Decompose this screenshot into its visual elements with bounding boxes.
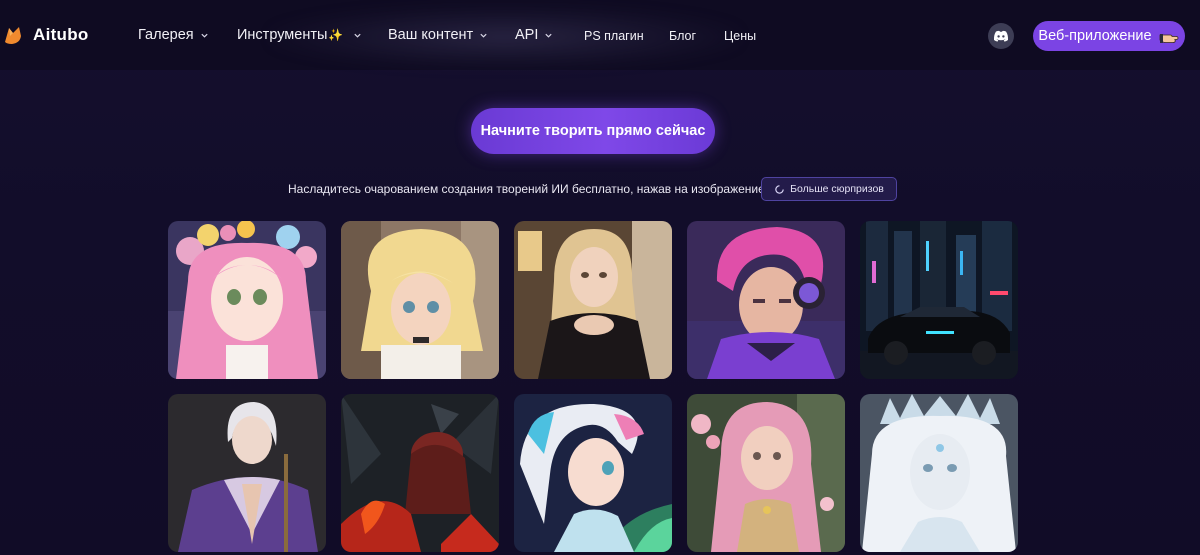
gallery-image-pink-hair-headphones-man[interactable] <box>687 221 845 379</box>
sparkle-icon: ✨ <box>328 28 344 42</box>
web-app-button-label: Веб-приложение <box>1038 28 1152 44</box>
gallery-image-ice-queen[interactable] <box>860 394 1018 552</box>
discord-icon <box>993 30 1009 42</box>
discord-button[interactable] <box>988 23 1014 49</box>
gallery-image-aurora-anime-girl[interactable] <box>514 394 672 552</box>
nav-item-blog[interactable]: Блог <box>669 29 696 43</box>
gallery-image-blonde-woman-black-dress[interactable] <box>514 221 672 379</box>
nav-item-label: Цены <box>724 29 757 43</box>
pointing-hand-icon <box>1159 34 1178 43</box>
gallery-image-pink-hair-woman-flowers[interactable] <box>687 394 845 552</box>
gallery-image-blonde-anime-girl[interactable] <box>341 221 499 379</box>
nav-item-ps-plugin[interactable]: PS плагин <box>584 29 644 43</box>
nav-item-label: Инструменты <box>237 27 328 43</box>
chevron-down-icon <box>200 33 208 38</box>
fox-logo-icon <box>5 27 21 44</box>
more-surprises-label: Больше сюрпризов <box>790 183 884 195</box>
nav-item-label: API <box>515 27 539 43</box>
nav-item-your-content[interactable]: Ваш контент <box>388 27 488 43</box>
nav-item-api[interactable]: API <box>515 27 553 43</box>
web-app-button[interactable]: Веб-приложение <box>1033 21 1185 51</box>
chevron-down-icon <box>545 33 552 38</box>
nav-item-label: Галерея <box>138 27 194 43</box>
refresh-icon <box>775 184 784 194</box>
brand-name: Aitubo <box>33 25 89 44</box>
nav-item-label: Ваш контент <box>388 27 474 43</box>
brand-logo[interactable]: Aitubo <box>2 24 89 46</box>
nav-item-pricing[interactable]: Цены <box>724 29 756 43</box>
gallery-image-red-demon-warrior[interactable] <box>341 394 499 552</box>
start-creating-button[interactable]: Начните творить прямо сейчас <box>471 108 715 154</box>
nav-item-label: Блог <box>669 29 697 43</box>
top-navbar: Aitubo Галерея Инструменты ✨ Ваш контент … <box>0 0 1200 70</box>
more-surprises-button[interactable]: Больше сюрпризов <box>761 177 897 201</box>
chevron-down-icon <box>354 33 361 38</box>
gallery-image-white-hair-man-purple-robe[interactable] <box>168 394 326 552</box>
gallery-image-neon-sports-car[interactable] <box>860 221 1018 379</box>
chevron-down-icon <box>480 33 487 38</box>
nav-item-label: PS плагин <box>584 29 644 43</box>
hero-tagline: Насладитесь очарованием создания творени… <box>288 182 769 196</box>
nav-item-tools[interactable]: Инструменты ✨ <box>237 27 362 43</box>
gallery-image-pink-flower-girl[interactable] <box>168 221 326 379</box>
page: Aitubo Галерея Инструменты ✨ Ваш контент … <box>0 0 1200 555</box>
nav-item-gallery[interactable]: Галерея <box>138 27 209 43</box>
